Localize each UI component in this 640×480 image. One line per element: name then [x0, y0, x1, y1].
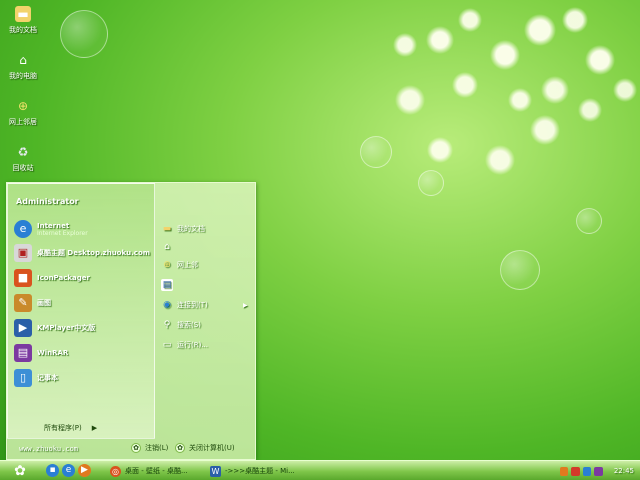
flower-icon: ✿: [14, 463, 26, 479]
menu-label: 运行(R)...: [177, 341, 209, 349]
show-desktop-icon[interactable]: ▪: [46, 464, 59, 477]
folder-icon: ▬: [15, 6, 31, 22]
logoff-icon: ✿: [131, 443, 141, 453]
bubble-decoration: [576, 208, 602, 234]
winrar-icon: ▤: [14, 344, 32, 362]
program-name: IconPackager: [37, 274, 90, 282]
tray-icon[interactable]: [571, 466, 580, 476]
zhuoku-url: www.zhuoku.com: [19, 445, 79, 453]
desktop-icon-label: 回收站: [12, 164, 34, 172]
desktop-icon-my-documents[interactable]: ▬ 我的文档: [2, 6, 44, 35]
task-label: ->>>桌酷主题 - Mi...: [225, 467, 295, 475]
all-programs-button[interactable]: 所有程序(P) ▶: [44, 423, 97, 433]
run-icon: ▭: [162, 340, 172, 350]
menu-label: 我的文档: [177, 225, 205, 233]
menu-control-panel[interactable]: ▤: [161, 277, 177, 293]
task-button-word[interactable]: W ->>>桌酷主题 - Mi...: [210, 463, 306, 479]
task-label: 桌面 - 壁纸 - 桌酷...: [125, 467, 188, 475]
all-programs-label: 所有程序(P): [44, 424, 82, 432]
taskbar: ✿ ▪ e ▶ ◎ 桌面 - 壁纸 - 桌酷... W ->>>桌酷主题 - M…: [0, 460, 640, 480]
desktop-icon-recycle-bin[interactable]: ♻ 回收站: [2, 144, 44, 173]
shutdown-label: 关闭计算机(U): [189, 444, 235, 452]
start-button[interactable]: ✿: [8, 462, 32, 480]
bubble-decoration: [60, 10, 108, 58]
start-menu-programs-pane: Administrator e Internet Internet Explor…: [7, 183, 155, 439]
connect-icon: ◉: [163, 300, 171, 310]
network-icon: ⊕: [163, 260, 171, 270]
pinned-internet-explorer[interactable]: e Internet Internet Explorer: [14, 218, 152, 240]
program-name: KMPlayer中文版: [37, 324, 96, 332]
start-menu: Administrator e Internet Internet Explor…: [6, 182, 256, 460]
program-name: 记事本: [37, 374, 58, 382]
tray-icon[interactable]: [594, 466, 603, 476]
kmplayer-icon: ▶: [14, 319, 32, 337]
menu-my-computer[interactable]: ⌂: [161, 239, 177, 255]
desktop-icon-my-computer[interactable]: ⌂ 我的电脑: [2, 52, 44, 81]
shutdown-button[interactable]: ✿ 关闭计算机(U): [175, 443, 235, 453]
program-winrar[interactable]: ▤ WinRAR: [14, 342, 152, 364]
iconpackager-icon: ■: [14, 269, 32, 287]
program-name: WinRAR: [37, 349, 69, 357]
logoff-button[interactable]: ✿ 注销(L): [131, 443, 168, 453]
menu-search[interactable]: ⚲ 搜索(S): [161, 317, 201, 333]
internet-explorer-icon[interactable]: e: [62, 464, 75, 477]
submenu-arrow-icon: ▶: [243, 301, 248, 309]
menu-label: 网上邻: [177, 261, 198, 269]
search-icon: ⚲: [163, 320, 171, 330]
paint-icon: ✎: [14, 294, 32, 312]
media-player-icon[interactable]: ▶: [78, 464, 91, 477]
zhuoku-theme-icon: ▣: [14, 244, 32, 262]
menu-network[interactable]: ⊕ 网上邻: [161, 257, 198, 273]
program-notepad[interactable]: ▯ 记事本: [14, 367, 152, 389]
bubble-decoration: [360, 136, 392, 168]
user-name: Administrator: [16, 197, 79, 206]
desktop-icon-label: 网上邻居: [9, 118, 37, 126]
program-name: 画图: [37, 299, 51, 307]
computer-icon: ⌂: [19, 53, 27, 67]
clock[interactable]: 22:45: [614, 467, 634, 475]
program-iconpackager[interactable]: ■ IconPackager: [14, 267, 152, 289]
program-name: 桌酷主题 Desktop.zhuoku.com: [37, 249, 151, 257]
desktop-icon-label: 我的电脑: [9, 72, 37, 80]
shutdown-icon: ✿: [175, 443, 185, 453]
task-button-browser[interactable]: ◎ 桌面 - 壁纸 - 桌酷...: [110, 463, 204, 479]
browser-icon: ◎: [110, 465, 121, 477]
program-name: Internet: [37, 221, 70, 230]
notepad-icon: ▯: [14, 369, 32, 387]
network-icon: ⊕: [17, 99, 29, 113]
program-kmplayer[interactable]: ▶ KMPlayer中文版: [14, 317, 152, 339]
program-paint[interactable]: ✎ 画图: [14, 292, 152, 314]
menu-label: 连接到(T): [177, 301, 208, 309]
tray-icon[interactable]: [560, 466, 569, 476]
word-icon: W: [210, 465, 221, 477]
desktop-icon-network[interactable]: ⊕ 网上邻居: [2, 98, 44, 127]
control-panel-icon: ▤: [161, 279, 173, 291]
desktop-icon-label: 我的文档: [9, 26, 37, 34]
internet-explorer-icon: e: [14, 220, 32, 238]
computer-icon: ⌂: [164, 242, 170, 252]
tray-icon[interactable]: [582, 466, 592, 476]
recycle-bin-icon: ♻: [17, 145, 29, 159]
menu-my-documents[interactable]: ▬ 我的文档: [161, 221, 205, 237]
menu-run[interactable]: ▭ 运行(R)...: [161, 337, 208, 353]
documents-icon: ▬: [162, 224, 172, 234]
menu-label: 搜索(S): [177, 321, 201, 329]
logoff-label: 注销(L): [145, 444, 169, 452]
menu-connect-to[interactable]: ◉ 连接到(T) ▶: [161, 297, 248, 313]
system-tray: 22:45: [560, 461, 640, 480]
arrow-right-icon: ▶: [91, 424, 98, 432]
program-subtitle: Internet Explorer: [37, 229, 88, 237]
bubble-decoration: [418, 170, 444, 196]
bubble-decoration: [500, 250, 540, 290]
pinned-zhuoku-theme[interactable]: ▣ 桌酷主题 Desktop.zhuoku.com: [14, 242, 152, 264]
